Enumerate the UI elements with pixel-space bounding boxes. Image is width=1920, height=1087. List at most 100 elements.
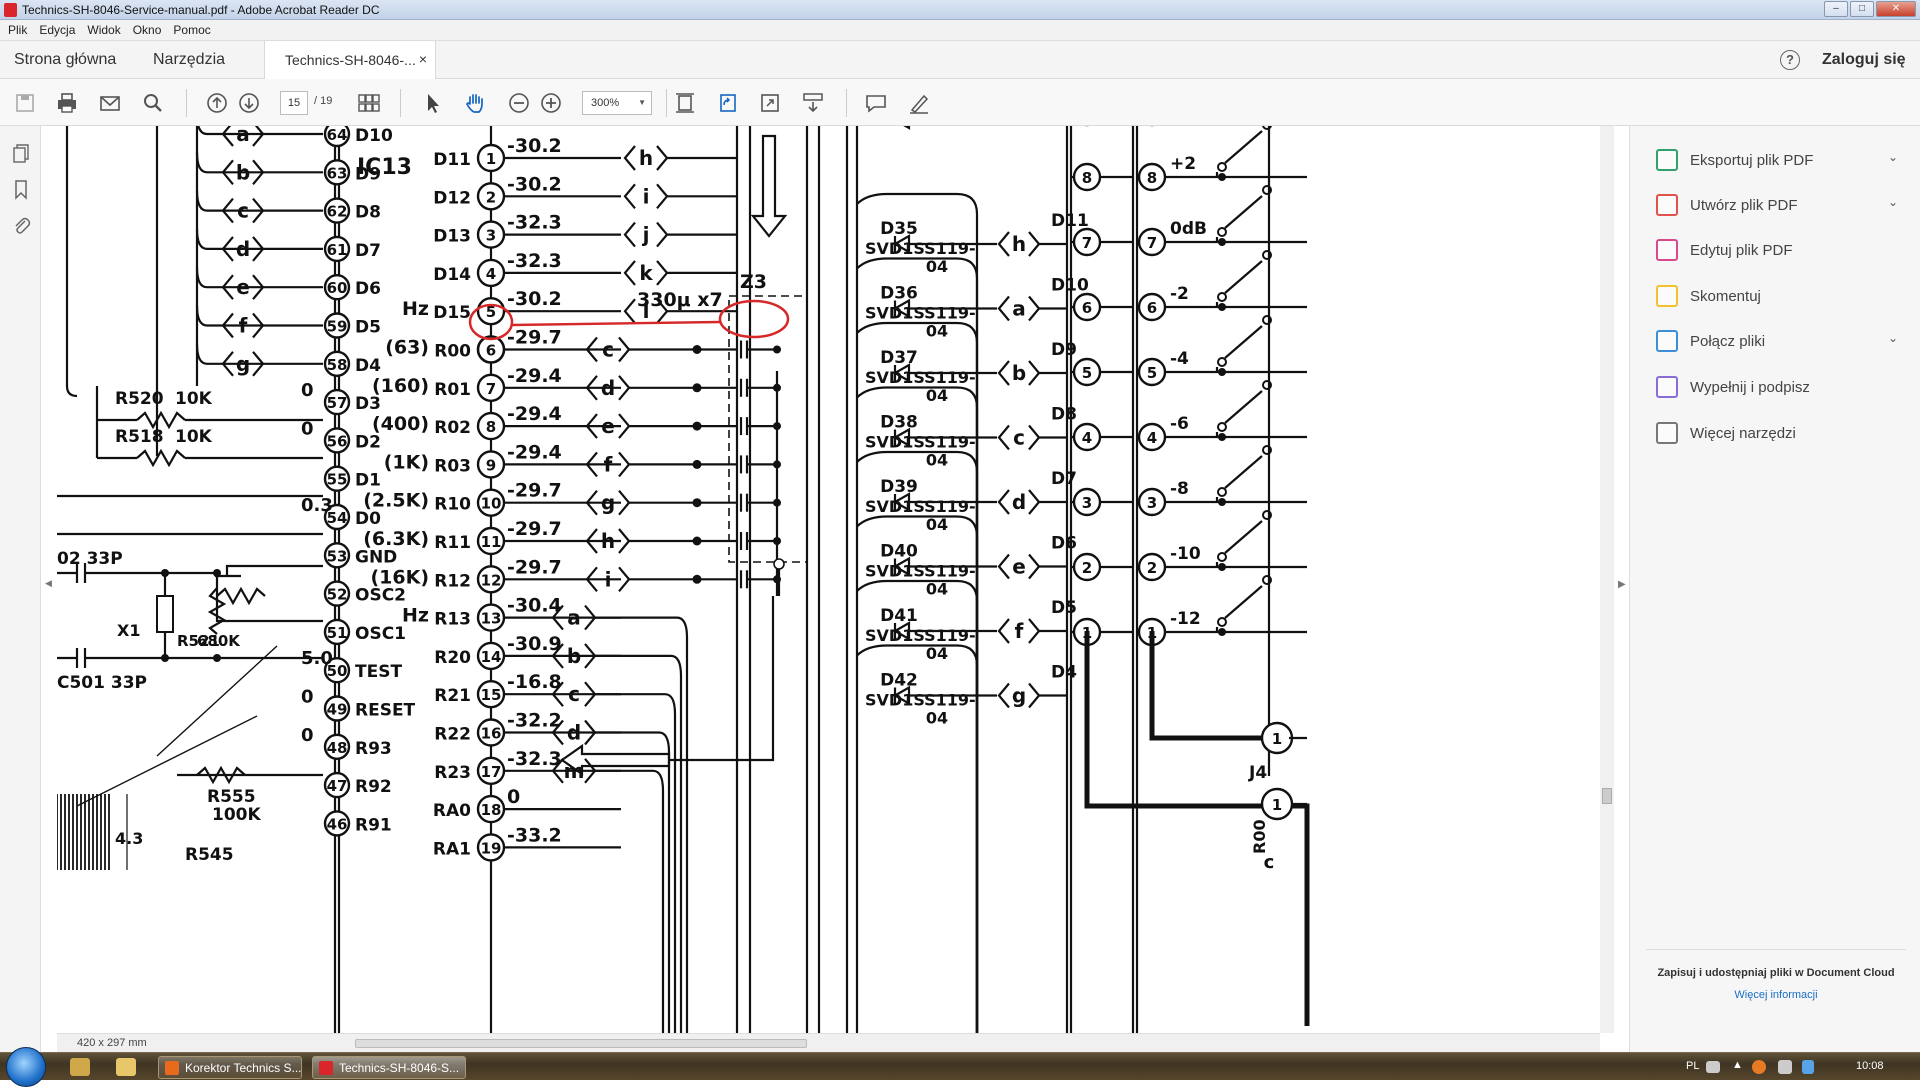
junction-dot — [1218, 433, 1226, 441]
connector-letter: h — [1012, 232, 1026, 256]
maximize-button[interactable]: □ — [1850, 1, 1874, 17]
taskbar-item-acrobat[interactable]: Technics-SH-8046-S... — [312, 1056, 466, 1079]
minimize-button[interactable]: – — [1824, 1, 1848, 17]
page-thumbnails-icon[interactable] — [356, 90, 382, 116]
resistor-r520 — [136, 410, 186, 430]
search-icon[interactable] — [140, 90, 166, 116]
connector-letter: c — [1013, 426, 1025, 450]
start-button[interactable] — [6, 1047, 46, 1087]
fill-sign-label: Wypełnij i podpisz — [1690, 378, 1810, 396]
page-size-label: 420 x 297 mm — [77, 1037, 147, 1049]
close-window-button[interactable]: ✕ — [1876, 1, 1916, 17]
sign-icon[interactable] — [906, 90, 932, 116]
rotate-icon[interactable] — [715, 90, 741, 116]
explorer-icon[interactable] — [70, 1058, 90, 1076]
combine-files-item[interactable]: Połącz pliki ⌄ — [1656, 329, 1906, 353]
taskbar-item-browser[interactable]: Korektor Technics S... — [158, 1056, 302, 1079]
tools-pane: Eksportuj plik PDF ⌄ Utwórz plik PDF ⌄ Edy… — [1629, 126, 1920, 1052]
vertical-scrollbar[interactable] — [1600, 126, 1614, 1033]
next-page-icon[interactable] — [236, 90, 262, 116]
ic13-pin-number: 19 — [481, 839, 502, 857]
junction-dot — [213, 654, 221, 662]
pin-frequency: (160) — [372, 375, 429, 397]
connector-letter: h — [601, 529, 615, 553]
chevron-down-icon[interactable]: ⌄ — [1888, 195, 1898, 209]
attachment-icon[interactable] — [10, 214, 32, 236]
diode-line-ref: D7 — [1051, 469, 1077, 489]
ic13-pin-name: TEST — [355, 662, 402, 682]
create-pdf-item[interactable]: Utwórz plik PDF ⌄ — [1656, 193, 1906, 217]
close-tab-icon[interactable]: × — [419, 51, 427, 67]
language-indicator[interactable]: PL — [1686, 1060, 1699, 1072]
horizontal-scrollbar[interactable]: 420 x 297 mm — [57, 1033, 1600, 1052]
email-icon[interactable] — [97, 90, 123, 116]
diode-part: SVD1SS119- — [865, 433, 976, 452]
more-tools-item[interactable]: Więcej narzędzi — [1656, 421, 1906, 445]
collapse-right-icon[interactable]: ▶ — [1618, 579, 1626, 590]
diode-suffix: 04 — [926, 709, 948, 728]
crystal-label: X1 — [117, 621, 140, 640]
show-hidden-icons-icon[interactable]: ▲ — [1732, 1059, 1743, 1071]
zoom-select[interactable]: 300% ▼ — [582, 91, 652, 115]
j4-c-label: c — [1264, 852, 1275, 873]
connector-bracket — [997, 295, 1010, 322]
menu-help[interactable]: Pomoc — [173, 23, 210, 37]
fullscreen-icon[interactable] — [757, 90, 783, 116]
chevron-down-icon[interactable]: ⌄ — [1888, 331, 1898, 345]
vertical-scroll-thumb[interactable] — [1602, 788, 1612, 804]
ic13-pin-name: R23 — [434, 763, 471, 783]
tab-tools[interactable]: Narzędzia — [153, 51, 225, 69]
tab-document[interactable]: Technics-SH-8046-... × — [264, 41, 436, 79]
help-icon[interactable]: ? — [1780, 50, 1800, 70]
ic13-pin-number: 6 — [486, 342, 496, 360]
keyboard-icon[interactable] — [1706, 1061, 1720, 1073]
clock[interactable]: 10:08 — [1856, 1060, 1884, 1072]
pin-voltage: 0.3 — [301, 495, 333, 516]
print-icon[interactable] — [54, 90, 80, 116]
switch-arm — [1224, 520, 1263, 554]
prev-page-icon[interactable] — [204, 90, 230, 116]
update-icon[interactable] — [1752, 1060, 1766, 1074]
fit-page-icon[interactable] — [672, 90, 698, 116]
tab-document-label: Technics-SH-8046-... — [285, 52, 416, 68]
document-viewport[interactable]: IC13 64 D10 a 63 D9 b 62 D8 c 61 D7 d 60 D6 e 59 D5 f 58 D4 g… — [57, 126, 1600, 1033]
menu-window[interactable]: Okno — [133, 23, 162, 37]
connector-a-pin-number: 4 — [1082, 429, 1092, 447]
connector-letter: c — [237, 199, 249, 223]
zoom-in-icon[interactable] — [538, 90, 564, 116]
pin-voltage: -29.4 — [507, 441, 562, 463]
page-thumbnails-panel-icon[interactable] — [10, 142, 32, 164]
menu-file[interactable]: Plik — [8, 23, 27, 37]
taskbar-item-browser-label: Korektor Technics S... — [185, 1061, 302, 1075]
bookmark-icon[interactable] — [10, 178, 32, 200]
hand-icon[interactable] — [462, 90, 488, 116]
connector-bracket — [997, 424, 1010, 451]
zoom-out-icon[interactable] — [506, 90, 532, 116]
network-icon[interactable] — [1802, 1060, 1814, 1074]
scroll-mode-icon[interactable] — [800, 90, 826, 116]
more-info-link[interactable]: Więcej informacji — [1646, 988, 1906, 1002]
comment-item[interactable]: Skomentuj — [1656, 284, 1906, 308]
ic13-pin-name: R12 — [434, 571, 471, 591]
connector-letter: j — [642, 223, 650, 247]
page-number-input[interactable]: 15 — [280, 91, 308, 115]
volume-icon[interactable] — [1778, 1060, 1792, 1074]
collapse-left-icon[interactable]: ◀ — [45, 578, 52, 589]
select-arrow-icon[interactable] — [420, 90, 446, 116]
wire — [195, 343, 208, 365]
menu-edit[interactable]: Edycja — [39, 23, 75, 37]
ic13-pin-name: OSC1 — [355, 624, 406, 644]
edit-pdf-item[interactable]: Edytuj plik PDF — [1656, 238, 1906, 262]
comment-icon[interactable] — [863, 90, 889, 116]
login-link[interactable]: Zaloguj się — [1822, 51, 1906, 69]
chevron-down-icon[interactable]: ⌄ — [1888, 150, 1898, 164]
horizontal-scroll-thumb[interactable] — [355, 1039, 807, 1048]
export-pdf-item[interactable]: Eksportuj plik PDF ⌄ — [1656, 148, 1906, 172]
tab-home[interactable]: Strona główna — [14, 51, 116, 69]
export-pdf-label: Eksportuj plik PDF — [1690, 151, 1814, 169]
folder-icon[interactable] — [116, 1058, 136, 1076]
ic13-pin-name: R21 — [434, 686, 471, 706]
save-icon[interactable] — [12, 90, 38, 116]
fill-sign-item[interactable]: Wypełnij i podpisz — [1656, 375, 1906, 399]
menu-view[interactable]: Widok — [87, 23, 120, 37]
